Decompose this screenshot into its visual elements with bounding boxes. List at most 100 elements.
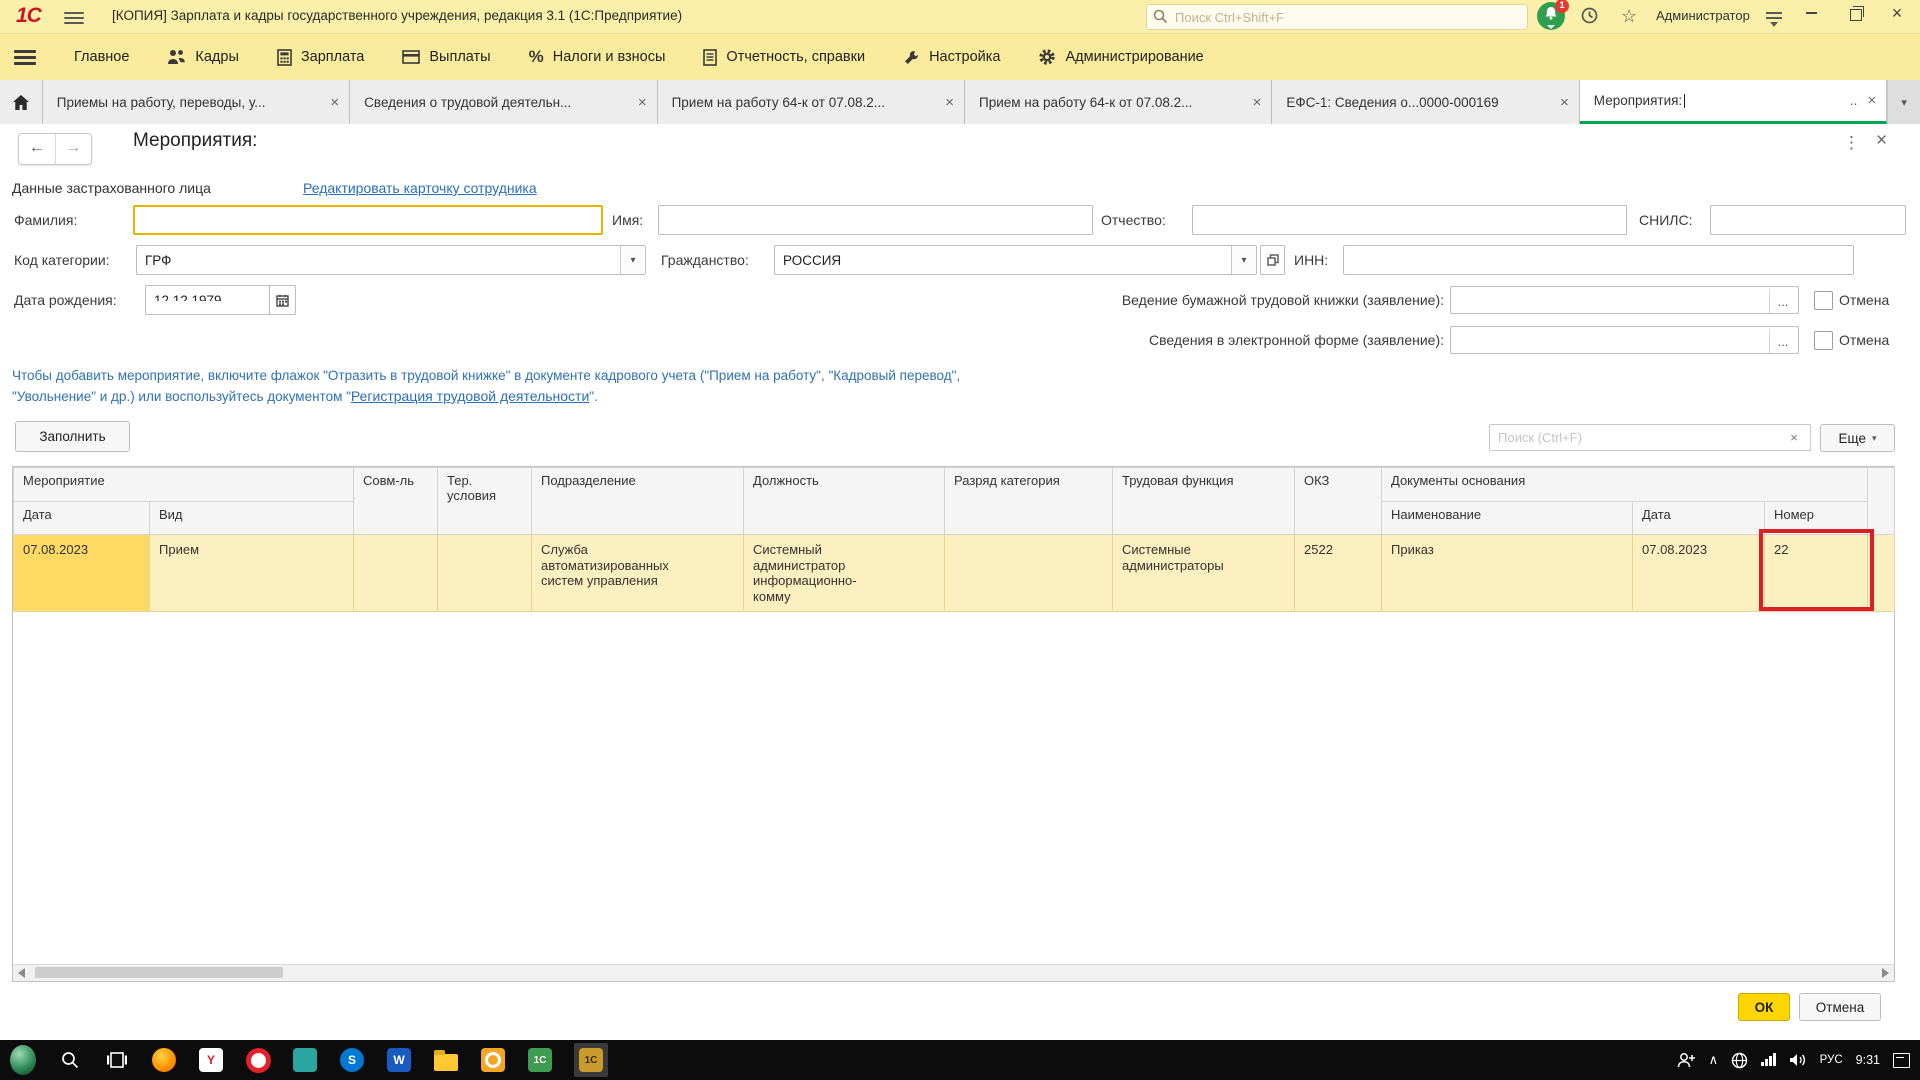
tab-hirings-list[interactable]: Приемы на работу, переводы, у... × — [43, 80, 350, 124]
column-header-department[interactable]: Подразделение — [532, 468, 744, 535]
inn-field[interactable] — [1343, 245, 1854, 275]
menu-item-personnel[interactable]: Кадры — [167, 49, 238, 65]
column-header-grade[interactable]: Разряд категория — [945, 468, 1113, 535]
tab-close-icon[interactable]: × — [330, 94, 339, 111]
cell-doc-number[interactable]: 22 — [1765, 535, 1868, 612]
cell-doc-date[interactable]: 07.08.2023 — [1633, 535, 1765, 612]
more-button[interactable]: Еще ▾ — [1820, 424, 1895, 452]
tab-labor-activity-info[interactable]: Сведения о трудовой деятельн... × — [350, 80, 657, 124]
taskbar-app-explorer[interactable] — [433, 1047, 459, 1073]
minimize-button[interactable] — [1806, 12, 1817, 14]
electronic-info-field[interactable]: ... — [1450, 326, 1799, 354]
menu-item-salary[interactable]: Зарплата — [277, 49, 365, 66]
column-header-position[interactable]: Должность — [744, 468, 945, 535]
chevron-down-icon[interactable]: ▾ — [620, 246, 645, 274]
tab-events-active[interactable]: Мероприятия: .. × — [1580, 80, 1887, 124]
restore-button[interactable] — [1850, 9, 1862, 21]
taskbar-app-yandex-browser[interactable] — [245, 1047, 271, 1073]
cell-position[interactable]: Системный администратор информационно-ко… — [744, 535, 945, 612]
global-search-box[interactable] — [1146, 4, 1528, 30]
taskbar-app-1c-active[interactable]: 1С — [574, 1043, 608, 1077]
menu-item-reports[interactable]: Отчетность, справки — [703, 49, 865, 66]
tab-efs1[interactable]: ЕФС-1: Сведения о...0000-000169 × — [1272, 80, 1579, 124]
column-header-event-group[interactable]: Мероприятие — [14, 468, 354, 502]
cell-kind[interactable]: Прием — [150, 535, 354, 612]
people-contact-icon[interactable] — [1676, 1052, 1696, 1068]
taskbar-app-yandex[interactable]: Y — [198, 1047, 224, 1073]
column-header-doc-number[interactable]: Номер — [1765, 502, 1868, 535]
cell-date[interactable]: 07.08.2023 — [14, 535, 150, 612]
main-menu-icon[interactable] — [64, 9, 84, 23]
action-center-icon[interactable] — [1893, 1053, 1910, 1068]
start-button[interactable] — [10, 1047, 36, 1073]
hidden-icons-chevron[interactable]: ∧ — [1709, 1052, 1719, 1068]
sections-panel-icon[interactable] — [14, 47, 36, 68]
form-more-menu-icon[interactable]: ⋮ — [1843, 133, 1860, 153]
cell-territorial[interactable] — [438, 535, 532, 612]
menu-item-settings[interactable]: Настройка — [903, 49, 1000, 66]
paper-cancel-checkbox[interactable] — [1814, 291, 1833, 310]
snils-field[interactable] — [1710, 205, 1906, 235]
tab-list-dropdown-icon[interactable]: ▾ — [1887, 80, 1920, 124]
menu-item-administration[interactable]: Администрирование — [1038, 48, 1203, 66]
history-icon[interactable] — [1580, 6, 1599, 30]
back-button[interactable]: ← — [19, 134, 56, 164]
clear-search-icon[interactable]: × — [1778, 424, 1811, 451]
taskbar-app-1c-green[interactable]: 1С — [527, 1047, 553, 1073]
scroll-right-icon[interactable] — [1882, 968, 1889, 978]
citizenship-combo[interactable]: ▾ — [774, 245, 1257, 275]
menu-item-taxes[interactable]: % Налоги и взносы — [529, 47, 666, 67]
scrollbar-thumb[interactable] — [35, 967, 283, 978]
lastname-field[interactable] — [133, 205, 603, 235]
tab-close-icon[interactable]: × — [945, 94, 954, 111]
fill-button[interactable]: Заполнить — [15, 421, 130, 452]
table-search-input[interactable] — [1490, 425, 1778, 450]
global-search-input[interactable] — [1173, 6, 1522, 28]
tab-hiring-64k-2[interactable]: Прием на работу 64-к от 07.08.2... × — [965, 80, 1272, 124]
category-code-combo[interactable]: ▾ — [136, 245, 646, 275]
edit-employee-card-link[interactable]: Редактировать карточку сотрудника — [303, 180, 537, 196]
tab-close-icon[interactable]: × — [1867, 92, 1876, 109]
column-header-date[interactable]: Дата — [14, 502, 150, 535]
scroll-left-icon[interactable] — [18, 968, 25, 978]
column-header-function[interactable]: Трудовая функция — [1113, 468, 1295, 535]
cell-okz[interactable]: 2522 — [1295, 535, 1382, 612]
cell-grade[interactable] — [945, 535, 1113, 612]
tab-hiring-64k-1[interactable]: Прием на работу 64-к от 07.08.2... × — [658, 80, 965, 124]
open-list-button[interactable] — [1260, 245, 1285, 275]
middlename-field[interactable] — [1192, 205, 1627, 235]
column-header-doc-name[interactable]: Наименование — [1382, 502, 1633, 535]
cell-parttime[interactable] — [354, 535, 438, 612]
forward-button[interactable]: → — [56, 134, 92, 164]
user-name[interactable]: Администратор — [1656, 8, 1750, 23]
column-header-territorial[interactable]: Тер. условия — [438, 468, 532, 535]
calendar-picker-button[interactable] — [269, 285, 296, 315]
taskbar-app-word[interactable]: W — [386, 1047, 412, 1073]
chevron-down-icon[interactable]: ▾ — [1231, 246, 1256, 274]
user-menu-icon[interactable] — [1766, 9, 1782, 32]
choose-button[interactable]: ... — [1769, 329, 1796, 353]
taskbar-app-orange[interactable] — [480, 1047, 506, 1073]
table-search-box[interactable] — [1489, 424, 1779, 451]
choose-button[interactable]: ... — [1769, 289, 1796, 313]
tab-home[interactable] — [0, 80, 43, 124]
paper-workbook-field[interactable]: ... — [1450, 286, 1799, 314]
keyboard-language[interactable]: РУС — [1820, 1054, 1843, 1066]
taskbar-app-firefox[interactable] — [151, 1047, 177, 1073]
network-globe-icon[interactable] — [1731, 1052, 1748, 1069]
cell-doc-name[interactable]: Приказ — [1382, 535, 1633, 612]
column-header-docs-group[interactable]: Документы основания — [1382, 468, 1868, 502]
column-header-okz[interactable]: ОКЗ — [1295, 468, 1382, 535]
column-header-doc-date[interactable]: Дата — [1633, 502, 1765, 535]
clock-time[interactable]: 9:31 — [1856, 1053, 1880, 1067]
taskbar-app-teal[interactable] — [292, 1047, 318, 1073]
signal-bars-icon[interactable] — [1761, 1054, 1776, 1066]
column-header-parttime[interactable]: Совм-ль — [354, 468, 438, 535]
horizontal-scrollbar[interactable] — [13, 964, 1894, 981]
tab-close-icon[interactable]: × — [1560, 94, 1569, 111]
speaker-icon[interactable] — [1789, 1052, 1807, 1068]
menu-item-payments[interactable]: Выплаты — [402, 49, 490, 65]
cell-function[interactable]: Системные администраторы — [1113, 535, 1295, 612]
labor-activity-registration-link[interactable]: Регистрация трудовой деятельности — [351, 388, 589, 404]
close-window-button[interactable]: × — [1886, 3, 1908, 23]
